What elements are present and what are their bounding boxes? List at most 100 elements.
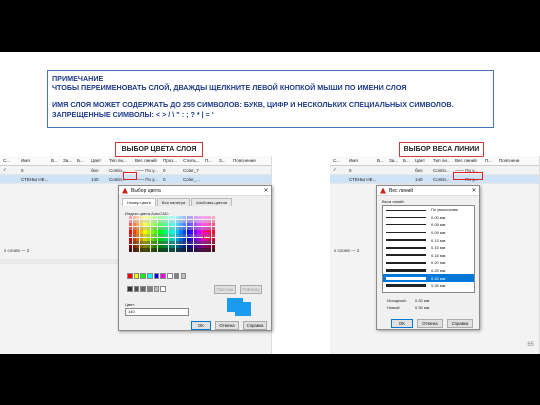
- column-header[interactable]: З...: [216, 158, 230, 163]
- lineweight-dialog: Вес линий ✕ Веса линий: По умолчанию 0.00…: [376, 185, 480, 330]
- color-swatch[interactable]: [140, 273, 146, 279]
- column-header[interactable]: Стиль...: [180, 158, 202, 163]
- color-value-field[interactable]: 140: [125, 308, 189, 316]
- close-icon[interactable]: ✕: [469, 187, 479, 194]
- list-item[interactable]: 0.18 мм: [383, 252, 474, 260]
- column-header[interactable]: За...: [60, 158, 74, 163]
- line-sample: [386, 239, 426, 241]
- column-header[interactable]: Цвет: [88, 158, 106, 163]
- help-button[interactable]: Справка: [243, 321, 267, 330]
- lineweight-dialog-title: Вес линий: [389, 187, 414, 194]
- table-row[interactable]: СТЕНЫ НЕ... 140 Contin... —— По у...: [330, 175, 539, 184]
- color-label: Цвет:: [125, 302, 136, 307]
- column-header[interactable]: П...: [202, 158, 216, 163]
- color-swatch[interactable]: [133, 273, 140, 279]
- list-item-label: По умолчанию: [431, 207, 459, 213]
- table-cell: бел: [415, 167, 423, 173]
- table-cell: Contin...: [433, 176, 450, 182]
- ok-button[interactable]: OK: [191, 321, 211, 330]
- column-header[interactable]: В...: [374, 158, 386, 163]
- column-header[interactable]: Тип ли...: [106, 158, 132, 163]
- layer-table-header: С... Имя В... За... Б... Цвет Тип ли... Вес лин…: [0, 156, 271, 166]
- column-header[interactable]: Тип ли...: [430, 158, 452, 163]
- list-item[interactable]: 0.25 мм: [383, 267, 474, 275]
- original-value: 0.30 мм: [415, 298, 430, 303]
- list-item-label: 0.13 мм: [431, 237, 446, 243]
- color-swatch[interactable]: [180, 273, 186, 279]
- list-item[interactable]: 0.20 мм: [383, 259, 474, 267]
- gray-color-grid[interactable]: [127, 286, 166, 292]
- color-swatch[interactable]: [160, 286, 166, 292]
- list-item[interactable]: 0.05 мм: [383, 221, 474, 229]
- column-header[interactable]: Б...: [74, 158, 88, 163]
- list-item[interactable]: 0.35 мм: [383, 282, 474, 290]
- ok-button[interactable]: OK: [391, 319, 413, 328]
- table-cell: СТЕНЫ НЕ...: [21, 176, 49, 182]
- column-header[interactable]: За...: [386, 158, 400, 163]
- table-cell: ✓: [3, 167, 7, 172]
- color-swatch[interactable]: [211, 248, 215, 252]
- list-item[interactable]: 0.13 мм: [383, 236, 474, 244]
- color-swatch[interactable]: [127, 273, 133, 279]
- column-header[interactable]: Вес линий: [132, 158, 160, 163]
- column-header[interactable]: С...: [330, 158, 346, 163]
- list-item-label: 0.30 мм: [431, 275, 446, 281]
- cancel-button[interactable]: Отмена: [417, 319, 443, 328]
- color-swatch[interactable]: [147, 286, 153, 292]
- color-swatch[interactable]: [173, 273, 180, 279]
- column-header[interactable]: Вес линий: [452, 158, 482, 163]
- bylayer-button[interactable]: ПоСлою: [214, 285, 236, 294]
- page-number: 65: [527, 342, 534, 348]
- list-item[interactable]: 0.15 мм: [383, 244, 474, 252]
- column-header[interactable]: Проз...: [160, 158, 180, 163]
- color-preview-swatch-old: [235, 302, 251, 316]
- column-header[interactable]: Имя: [346, 158, 374, 163]
- basic-color-grid[interactable]: [127, 273, 186, 279]
- table-cell: 0: [163, 167, 166, 173]
- autocad-icon: [380, 187, 386, 194]
- column-header[interactable]: Пояснение: [230, 158, 260, 163]
- table-cell: 0: [349, 167, 352, 173]
- help-button[interactable]: Справка: [447, 319, 473, 328]
- column-header[interactable]: Б...: [400, 158, 412, 163]
- tab-color-1[interactable]: Вся палитра: [156, 198, 191, 206]
- color-swatch[interactable]: [153, 273, 160, 279]
- column-header[interactable]: С...: [0, 158, 18, 163]
- color-swatch[interactable]: [133, 286, 140, 292]
- color-swatch[interactable]: [167, 273, 173, 279]
- table-cell: Color_7: [183, 167, 199, 173]
- autocad-icon: [122, 187, 128, 194]
- byblock-button[interactable]: ПоБлоку: [240, 285, 262, 294]
- table-cell: 0: [163, 176, 166, 182]
- list-item[interactable]: 0.00 мм: [383, 214, 474, 222]
- cancel-button[interactable]: Отмена: [215, 321, 239, 330]
- table-row[interactable]: ✓ 0 бел Contin... —— По у...: [330, 166, 539, 175]
- list-item-label: 0.15 мм: [431, 245, 446, 251]
- color-swatch[interactable]: [153, 286, 160, 292]
- column-header[interactable]: Цвет: [412, 158, 430, 163]
- close-icon[interactable]: ✕: [261, 187, 271, 194]
- list-item[interactable]: 0.09 мм: [383, 229, 474, 237]
- column-header[interactable]: В...: [48, 158, 60, 163]
- tab-color-2[interactable]: Альбомы цветов: [191, 198, 233, 206]
- color-cell-highlight: [123, 172, 137, 180]
- color-swatch[interactable]: [160, 273, 166, 279]
- color-swatch[interactable]: [147, 273, 153, 279]
- list-item-label: 0.09 мм: [431, 230, 446, 236]
- tab-color-0[interactable]: Номер цвета: [122, 198, 156, 206]
- line-sample: [386, 246, 426, 249]
- table-cell: 0: [21, 167, 24, 173]
- column-header[interactable]: Пояснени: [496, 158, 524, 163]
- color-swatch[interactable]: [127, 286, 133, 292]
- color-swatch[interactable]: [140, 286, 146, 292]
- table-cell: СТЕНЫ НЕ...: [349, 176, 377, 182]
- line-sample: [386, 269, 426, 272]
- list-item-label: 0.18 мм: [431, 252, 446, 258]
- layer-table-header-right: С... Имя В... За... Б... Цвет Тип ли... Вес лин…: [330, 156, 539, 166]
- list-item[interactable]: 0.30 мм: [383, 274, 474, 282]
- column-header[interactable]: П...: [482, 158, 496, 163]
- lineweight-list[interactable]: По умолчанию 0.00 мм 0.05 мм 0.09 мм 0.13 мм…: [382, 205, 475, 293]
- list-item[interactable]: По умолчанию: [383, 206, 474, 214]
- column-header[interactable]: Имя: [18, 158, 48, 163]
- list-item-label: 0.25 мм: [431, 268, 446, 274]
